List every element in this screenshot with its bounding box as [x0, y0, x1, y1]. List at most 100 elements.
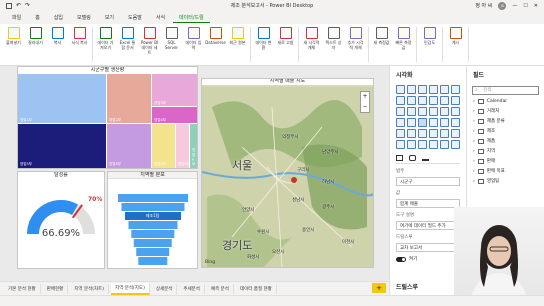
add-page-button[interactable]: +: [372, 283, 386, 293]
visual-type-icon[interactable]: [418, 96, 427, 105]
funnel-visual[interactable]: 지역별 분포 제조1팀: [107, 171, 198, 269]
ribbon-button[interactable]: 데이터 입력: [184, 27, 203, 50]
redo-icon[interactable]: ↷: [25, 2, 30, 9]
visual-type-icon[interactable]: [429, 118, 438, 127]
page-tab[interactable]: 기본 분석 현황: [4, 283, 41, 294]
treemap-tile[interactable]: 영업4부: [151, 106, 197, 125]
ribbon-button[interactable]: SQL Server: [162, 27, 181, 50]
visual-type-icon[interactable]: [407, 85, 416, 94]
ribbon-button[interactable]: 새로 고침: [276, 27, 295, 45]
well-field[interactable]: 시군구: [396, 177, 460, 186]
well-field[interactable]: 교차 보고서: [396, 243, 460, 252]
ribbon-button[interactable]: 새 시각적 개체: [302, 27, 321, 50]
treemap-tile[interactable]: 영업1부: [18, 73, 108, 125]
visual-type-icon[interactable]: [396, 85, 405, 94]
field-table-item[interactable]: › 제조: [473, 128, 538, 134]
visual-type-icon[interactable]: [451, 129, 460, 138]
well-field[interactable]: 여기에 데이터 필드 추가: [396, 221, 460, 230]
funnel-bar[interactable]: [130, 230, 175, 238]
tab-format[interactable]: 서식: [150, 13, 171, 22]
visual-type-icon[interactable]: [451, 96, 460, 105]
undo-icon[interactable]: ↶: [16, 2, 21, 9]
ribbon-button[interactable]: 데이터 가져오기: [96, 27, 115, 50]
fields-mode-icon[interactable]: [396, 155, 403, 161]
ribbon-button[interactable]: 복사: [48, 27, 67, 45]
visual-type-icon[interactable]: [451, 107, 460, 116]
visual-type-icon[interactable]: [396, 107, 405, 116]
ribbon-button[interactable]: Excel 통합 문서: [118, 27, 137, 50]
funnel-bar[interactable]: [121, 203, 184, 211]
field-table-item[interactable]: › 판매 목표: [473, 168, 538, 174]
ribbon-button[interactable]: Power BI 데이터 세트: [140, 27, 159, 55]
treemap-tile[interactable]: 영업3부: [151, 73, 197, 108]
well-field[interactable]: 합계 매출: [396, 199, 460, 208]
map-zoom-controls[interactable]: + −: [360, 91, 370, 113]
field-table-item[interactable]: › 지역: [473, 148, 538, 154]
minimize-icon[interactable]: —: [512, 3, 517, 9]
funnel-bar[interactable]: [133, 239, 172, 247]
gauge-visual[interactable]: 달성률 66.69% 70%: [17, 171, 105, 269]
treemap-tile[interactable]: 영업9부: [189, 123, 197, 168]
tab-insert[interactable]: 삽입: [48, 13, 69, 22]
ribbon-button[interactable]: 잘라내기: [26, 27, 45, 45]
funnel-bar[interactable]: [128, 221, 177, 229]
ribbon-button[interactable]: 추가 시각적 개체: [346, 27, 365, 50]
field-table-item[interactable]: › 영업팀: [473, 178, 538, 184]
visual-type-icon[interactable]: [440, 140, 449, 149]
visual-type-icon[interactable]: [407, 118, 416, 127]
field-table-item[interactable]: › 제품 분류: [473, 118, 538, 124]
tab-view[interactable]: 보기: [99, 13, 120, 22]
ribbon-button[interactable]: 게시: [446, 27, 465, 45]
field-table-item[interactable]: › 거래처: [473, 108, 538, 114]
map-visual[interactable]: 지역별 매출 지도 서울 경기도 의정부시 남양주시 구리시 하남시 성남시 광주시 안양시 용인…: [201, 78, 374, 268]
ribbon-button[interactable]: 새 측정값: [372, 27, 391, 45]
analytics-mode-icon[interactable]: [422, 155, 429, 161]
ribbon-button[interactable]: 빠른 측정값: [394, 27, 413, 50]
treemap-tile[interactable]: 영업8부: [175, 123, 191, 168]
ribbon-button[interactable]: 최근 원본: [228, 27, 247, 45]
visual-type-icon[interactable]: [396, 118, 405, 127]
page-tab[interactable]: 상세분석: [152, 283, 178, 294]
field-table-item[interactable]: › 제품: [473, 138, 538, 144]
treemap-tile[interactable]: 영업6부: [106, 123, 153, 168]
tab-data-drill[interactable]: 데이터/드릴: [173, 13, 210, 23]
visual-type-icon[interactable]: [451, 118, 460, 127]
page-tab[interactable]: 데이터 품질 현황: [236, 283, 277, 294]
visual-type-icon[interactable]: [396, 96, 405, 105]
ribbon-button[interactable]: Dataverse: [205, 27, 226, 45]
avatar[interactable]: JS: [498, 1, 507, 10]
visual-type-icon[interactable]: [429, 85, 438, 94]
treemap-visual[interactable]: 시군구별 생산량 영업1부 영업2부 영업3부 영업4부 영업5부 영업6부 영업7부 영업8…: [17, 66, 198, 169]
funnel-bar[interactable]: [137, 257, 168, 265]
visual-type-icon[interactable]: [440, 118, 449, 127]
ribbon-button[interactable]: 서식 복사: [70, 27, 89, 45]
treemap-tile[interactable]: 영업2부: [106, 73, 153, 125]
visual-type-icon[interactable]: [418, 85, 427, 94]
visual-type-icon[interactable]: [407, 129, 416, 138]
funnel-bar[interactable]: 제조1팀: [124, 212, 181, 220]
visual-type-icon[interactable]: [429, 140, 438, 149]
tab-home[interactable]: 홈: [29, 13, 46, 22]
tab-file[interactable]: 파일: [6, 13, 27, 22]
save-icon[interactable]: [6, 2, 12, 9]
format-mode-icon[interactable]: [409, 155, 416, 161]
visual-type-icon[interactable]: [440, 129, 449, 138]
close-icon[interactable]: ✕: [534, 3, 538, 9]
visual-type-icon[interactable]: [418, 118, 427, 127]
visual-type-icon[interactable]: [396, 129, 405, 138]
visual-type-icon[interactable]: [440, 107, 449, 116]
visual-type-icon[interactable]: [451, 85, 460, 94]
visual-type-icon[interactable]: [440, 96, 449, 105]
ribbon-button[interactable]: 민감도: [420, 27, 439, 45]
funnel-bar[interactable]: [117, 194, 188, 202]
fields-search-input[interactable]: ⌕ 검색: [472, 86, 539, 95]
visual-type-icon[interactable]: [418, 140, 427, 149]
visual-type-icon[interactable]: [407, 107, 416, 116]
visual-type-icon[interactable]: [451, 140, 460, 149]
page-tab[interactable]: 판매현황: [43, 283, 69, 294]
visual-type-icon[interactable]: [396, 140, 405, 149]
tab-modeling[interactable]: 모델링: [71, 13, 97, 22]
treemap-tile[interactable]: 영업5부: [18, 123, 108, 168]
visual-type-icon[interactable]: [418, 107, 427, 116]
visual-type-icon[interactable]: [429, 96, 438, 105]
